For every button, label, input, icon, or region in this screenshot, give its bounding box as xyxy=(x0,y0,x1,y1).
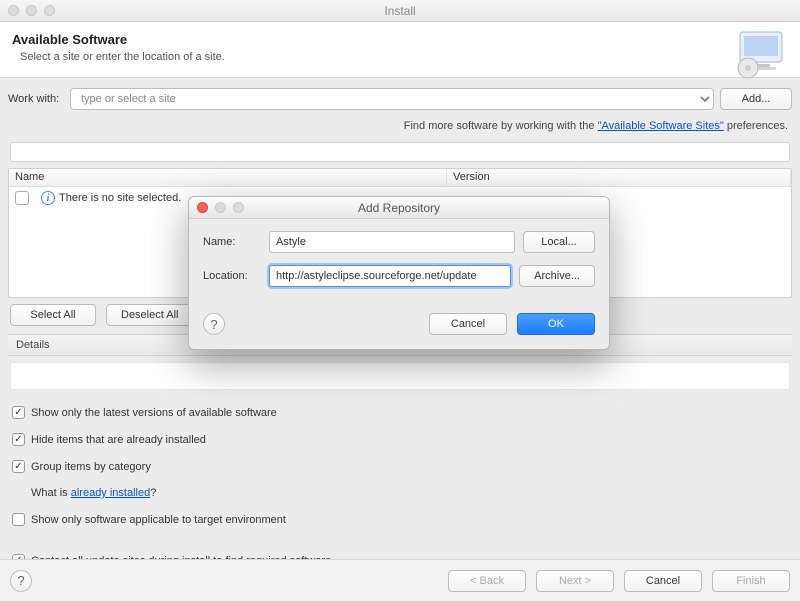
info-icon: i xyxy=(41,191,55,205)
col-name[interactable]: Name xyxy=(9,169,447,186)
window-traffic-lights xyxy=(8,5,55,16)
check-hide-installed[interactable]: ✓ xyxy=(12,433,25,446)
dialog-ok-button[interactable]: OK xyxy=(517,313,595,335)
local-button[interactable]: Local... xyxy=(523,231,595,253)
zoom-window-icon[interactable] xyxy=(44,5,55,16)
wizard-footer: ? < Back Next > Cancel Finish xyxy=(0,559,800,601)
check-group-category-label: Group items by category xyxy=(31,461,151,473)
already-installed-hint: What is already installed? xyxy=(31,487,156,499)
repo-name-label: Name: xyxy=(203,236,261,248)
check-target-env[interactable] xyxy=(12,513,25,526)
minimize-window-icon[interactable] xyxy=(26,5,37,16)
col-version[interactable]: Version xyxy=(447,169,791,186)
check-latest-versions-label: Show only the latest versions of availab… xyxy=(31,407,277,419)
table-header: Name Version xyxy=(9,169,791,187)
add-repository-dialog: Add Repository Name: Local... Location: … xyxy=(188,196,610,350)
dialog-close-icon[interactable] xyxy=(197,202,208,213)
filter-input[interactable] xyxy=(10,142,790,162)
details-text xyxy=(10,362,790,390)
check-hide-installed-label: Hide items that are already installed xyxy=(31,434,206,446)
already-installed-link[interactable]: already installed xyxy=(71,487,151,499)
dialog-title: Add Repository xyxy=(189,201,609,215)
check-target-env-label: Show only software applicable to target … xyxy=(31,514,286,526)
wizard-header: Available Software Select a site or ente… xyxy=(0,22,800,78)
help-button[interactable]: ? xyxy=(10,570,32,592)
dialog-cancel-button[interactable]: Cancel xyxy=(429,313,507,335)
workwith-combo[interactable]: type or select a site xyxy=(70,88,714,110)
select-all-button[interactable]: Select All xyxy=(10,304,96,326)
archive-button[interactable]: Archive... xyxy=(519,265,595,287)
add-site-button[interactable]: Add... xyxy=(720,88,792,110)
window-title: Install xyxy=(0,4,800,18)
row-checkbox[interactable] xyxy=(15,191,29,205)
page-title: Available Software xyxy=(12,32,788,47)
back-button[interactable]: < Back xyxy=(448,570,526,592)
check-latest-versions[interactable]: ✓ xyxy=(12,406,25,419)
install-banner-icon xyxy=(734,28,790,83)
finish-button[interactable]: Finish xyxy=(712,570,790,592)
dialog-titlebar: Add Repository xyxy=(189,197,609,219)
close-window-icon[interactable] xyxy=(8,5,19,16)
sites-hint: Find more software by working with the "… xyxy=(8,116,792,142)
dialog-help-button[interactable]: ? xyxy=(203,313,225,335)
window-titlebar: Install xyxy=(0,0,800,22)
repo-location-input[interactable] xyxy=(269,265,511,287)
dialog-zoom-icon xyxy=(233,202,244,213)
empty-message: There is no site selected. xyxy=(59,192,181,204)
check-group-category[interactable]: ✓ xyxy=(12,460,25,473)
repo-name-input[interactable] xyxy=(269,231,515,253)
deselect-all-button[interactable]: Deselect All xyxy=(106,304,193,326)
workwith-label: Work with: xyxy=(8,93,64,105)
options-grid: ✓ Show only the latest versions of avail… xyxy=(8,400,792,567)
page-subtitle: Select a site or enter the location of a… xyxy=(12,51,788,63)
dialog-minimize-icon xyxy=(215,202,226,213)
available-sites-link[interactable]: "Available Software Sites" xyxy=(598,120,724,132)
next-button[interactable]: Next > xyxy=(536,570,614,592)
repo-location-label: Location: xyxy=(203,270,261,282)
cancel-button[interactable]: Cancel xyxy=(624,570,702,592)
